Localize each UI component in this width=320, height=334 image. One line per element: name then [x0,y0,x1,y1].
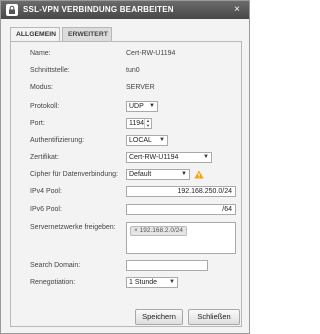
network-tag[interactable]: × 192.168.2.0/24 [130,226,187,236]
servernetze-listbox[interactable]: × 192.168.2.0/24 [126,222,236,254]
cipher-value: Default [129,171,152,178]
ipv6-label: IPv6 Pool: [30,206,62,213]
chevron-down-icon: ▼ [203,154,209,160]
chevron-down-icon: ▼ [159,137,165,143]
remove-tag-icon[interactable]: × [134,227,138,234]
save-button[interactable]: Speichern [135,309,183,325]
tab-allgemein[interactable]: ALLGEMEIN [10,27,60,42]
dialog-window: SSL-VPN VERBINDUNG BEARBEITEN × ALLGEMEI… [0,0,250,334]
schnittstelle-value: tun0 [126,67,140,74]
search-domain-label: Search Domain: [30,262,81,269]
zertifikat-label: Zertifikat: [30,154,59,161]
name-label: Name: [30,50,51,57]
ipv4-label: IPv4 Pool: [30,188,62,195]
port-label: Port: [30,120,45,127]
modus-label: Modus: [30,84,53,91]
schnittstelle-label: Schnittstelle: [30,67,70,74]
zertifikat-value: Cert-RW-U1194 [129,154,179,161]
chevron-down-icon: ▼ [149,103,155,109]
zertifikat-select[interactable]: Cert-RW-U1194 ▼ [126,152,212,163]
dialog-title: SSL-VPN VERBINDUNG BEARBEITEN [23,5,174,14]
protokoll-select[interactable]: UDP ▼ [126,101,158,112]
modus-value: SERVER [126,84,155,91]
port-input[interactable]: 1194 ▲ ▼ [126,118,152,129]
ipv4-input[interactable]: 192.168.250.0/24 [126,186,236,197]
cipher-label: Cipher für Datenverbindung: [30,171,118,178]
chevron-down-icon: ▼ [181,171,187,177]
servernetze-label: Servernetzwerke freigeben: [30,224,116,231]
protokoll-value: UDP [129,103,144,110]
protokoll-label: Protokoll: [30,103,60,110]
tab-erweitert[interactable]: ERWEITERT [62,27,112,41]
close-icon[interactable]: × [231,4,243,16]
ipv6-input[interactable]: /64 [126,204,236,215]
name-value: Cert-RW-U1194 [126,50,176,57]
spinner-icon[interactable]: ▲ ▼ [144,118,151,128]
renegotiation-select[interactable]: 1 Stunde ▼ [126,277,178,288]
port-value: 1194 [129,120,145,127]
search-domain-input[interactable] [126,260,208,271]
ipv6-value: /64 [222,206,232,213]
close-button[interactable]: Schließen [188,309,240,325]
renegotiation-label: Renegotiation: [30,279,76,286]
renegotiation-value: 1 Stunde [129,279,158,286]
auth-value: LOCAL [129,137,152,144]
cipher-select[interactable]: Default ▼ [126,169,190,180]
vpn-icon [6,4,18,16]
chevron-down-icon: ▼ [169,279,175,285]
warning-icon [194,170,204,179]
ipv4-value: 192.168.250.0/24 [177,188,233,195]
auth-select[interactable]: LOCAL ▼ [126,135,168,146]
auth-label: Authentifizierung: [30,137,85,144]
title-bar: SSL-VPN VERBINDUNG BEARBEITEN × [1,1,249,19]
network-tag-value: 192.168.2.0/24 [139,227,183,234]
